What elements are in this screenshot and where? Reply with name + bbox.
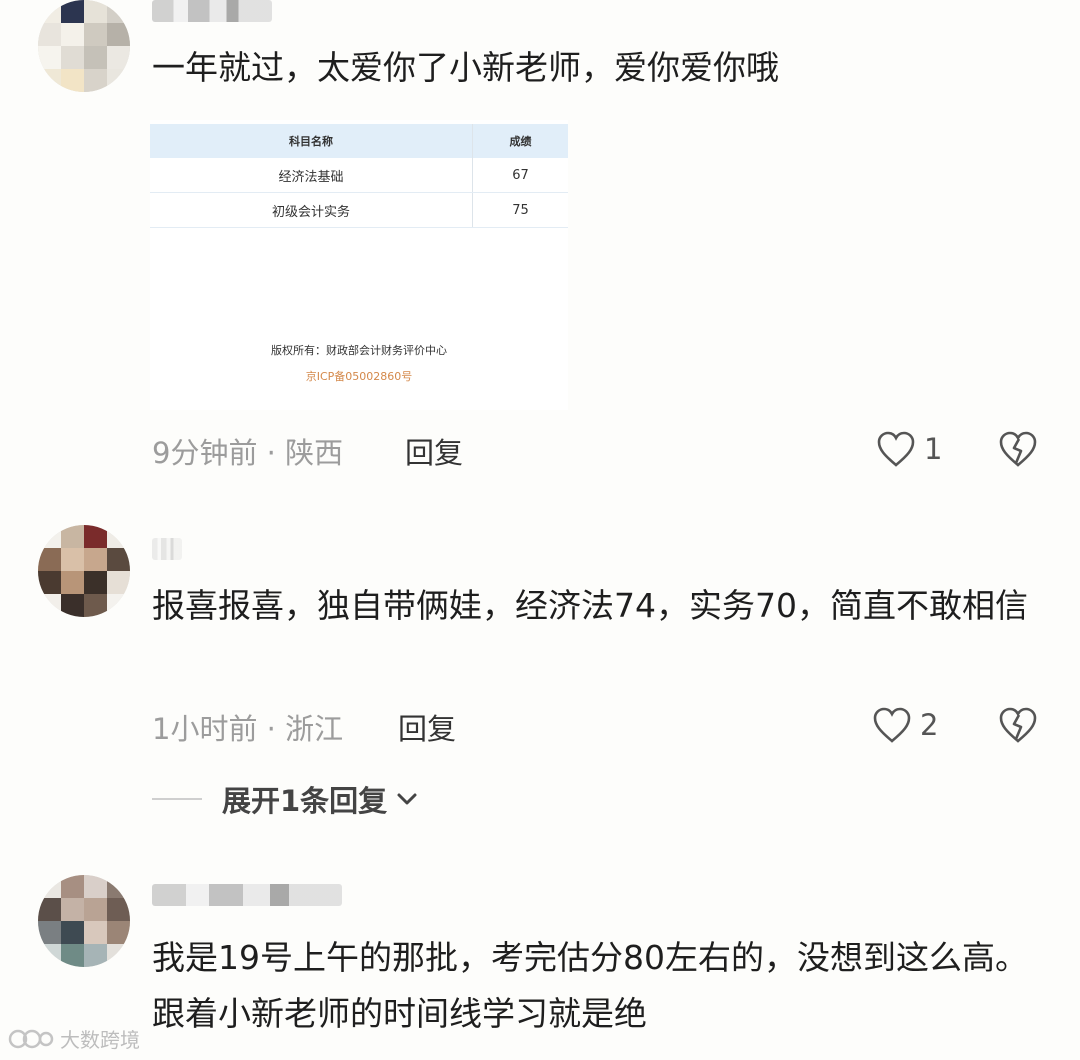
broken-heart-icon [999,707,1037,743]
like-count: 2 [920,708,939,742]
watermark-text: 大数跨境 [60,1028,140,1052]
reply-button[interactable]: 回复 [398,706,456,748]
avatar[interactable] [38,525,130,617]
comment-text: 一年就过，太爱你了小新老师，爱你爱你哦 [152,48,779,87]
dislike-button[interactable] [998,430,1038,472]
expand-replies-label: 展开1条回复 [222,784,388,818]
score-screenshot[interactable]: 科目名称 成绩 经济法基础 67 初级会计实务 75 版权所有：财政部会计财务评… [150,120,568,410]
avatar-mosaic [38,0,130,92]
watermark: 大数跨境 [8,1024,140,1053]
watermark-logo-icon [8,1029,54,1048]
heart-outline-icon [877,431,915,467]
score-cell: 75 [472,192,568,228]
dislike-button[interactable] [998,706,1038,748]
username-redacted[interactable] [152,538,182,560]
username-redacted[interactable] [152,0,272,22]
copyright-text: 版权所有：财政部会计财务评价中心 [271,344,447,357]
score-table: 科目名称 成绩 经济法基础 67 初级会计实务 75 [150,124,568,228]
username-redacted[interactable] [152,884,342,906]
table-row: 初级会计实务 75 [150,192,568,228]
heart-outline-icon [873,707,911,743]
comment-text: 我是19号上午的那批，考完估分80左右的，没想到这么高。跟着小新老师的时间线学习… [152,938,1028,1033]
like-count: 1 [924,432,943,466]
icp-link[interactable]: 京ICP备05002860号 [150,368,568,384]
header-score: 成绩 [472,124,568,158]
avatar-mosaic [38,525,130,617]
score-cell: 67 [472,158,568,193]
like-button[interactable]: 2 [872,706,938,744]
comment-meta: 1小时前 · 浙江 [152,712,344,746]
chevron-down-icon [397,793,417,805]
comment-meta: 9分钟前 · 陕西 [152,436,344,470]
broken-heart-icon [999,431,1037,467]
avatar[interactable] [38,0,130,92]
subject-cell: 经济法基础 [150,158,473,193]
like-button[interactable]: 1 [876,430,942,468]
avatar[interactable] [38,875,130,967]
table-row: 经济法基础 67 [150,158,568,193]
comment-text: 报喜报喜，独自带俩娃，经济法74，实务70，简直不敢相信 [152,586,1028,625]
avatar-mosaic [38,875,130,967]
expand-divider [152,798,202,800]
header-subject: 科目名称 [150,124,473,158]
expand-replies-button[interactable]: 展开1条回复 [152,778,419,820]
subject-cell: 初级会计实务 [150,192,473,228]
reply-button[interactable]: 回复 [405,430,463,472]
